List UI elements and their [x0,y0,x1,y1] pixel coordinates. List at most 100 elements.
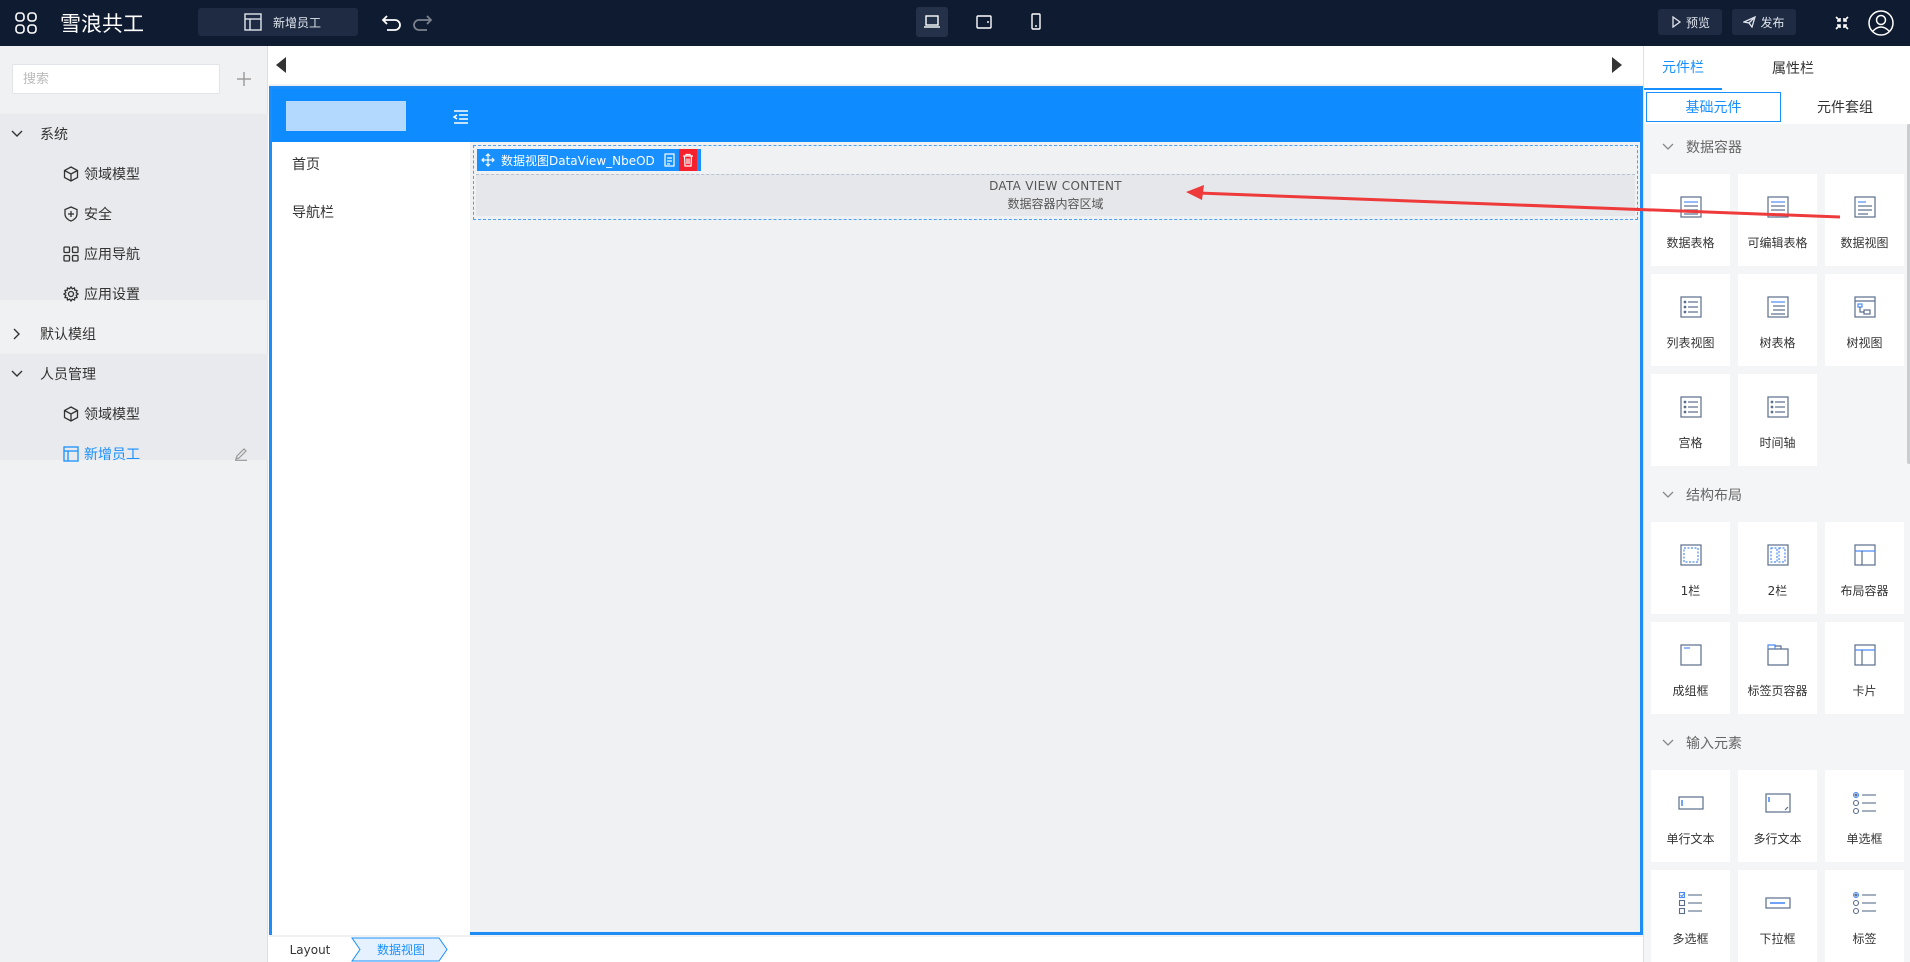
dataview-component[interactable]: 数据视图DataView_NbeOD DATA VIEW CONTENT 数据容… [473,145,1638,220]
tab-properties[interactable]: 属性栏 [1754,46,1832,90]
page-selector[interactable]: 新增员工 [198,8,358,36]
table-icon [1676,192,1706,222]
component-toolbar: 数据视图DataView_NbeOD [477,149,701,171]
component-label: 单选框 [1846,832,1883,846]
search-input[interactable] [23,71,209,87]
component-label: 卡片 [1852,684,1877,698]
tree-item-label: 新增员工 [84,447,140,463]
tree-item-domain-model[interactable]: 领域模型 [0,394,268,434]
fullscreen-icon[interactable] [1830,11,1854,35]
desktop-view-icon[interactable] [916,7,948,37]
timeline-icon [1763,392,1793,422]
logo-placeholder[interactable] [286,101,406,131]
tree-item-app-settings[interactable]: 应用设置 [0,274,268,314]
tree-item-domain-model[interactable]: 领域模型 [0,154,268,194]
page-layout-icon [244,13,262,31]
tree-group-default[interactable]: 默认模组 [0,314,268,354]
select-icon [1763,888,1793,918]
component-one-column[interactable]: 1栏 [1651,522,1730,614]
chevron-down-icon [10,127,24,141]
content-title: DATA VIEW CONTENT [989,179,1122,193]
tree-item-label: 应用设置 [84,287,140,303]
tab-component-kits[interactable]: 元件套组 [1781,92,1909,122]
user-avatar-icon[interactable] [1866,8,1896,38]
app-title: 雪浪共工 [60,12,144,36]
tree-group-system[interactable]: 系统 [0,114,268,154]
tree-item-security[interactable]: 安全 [0,194,268,234]
tree-group-label: 系统 [40,127,68,143]
app-grid-icon[interactable] [10,7,42,39]
chevron-down-icon [1662,737,1674,749]
component-select[interactable]: 下拉框 [1738,870,1817,962]
component-checkbox[interactable]: 多选框 [1651,870,1730,962]
grid-icon [62,245,80,263]
component-group-box[interactable]: 成组框 [1651,622,1730,714]
section-input[interactable]: 输入元素 [1644,723,1906,763]
card-icon [1850,640,1880,670]
section-data-container[interactable]: 数据容器 [1644,127,1906,167]
section-title: 数据容器 [1686,140,1742,156]
tree-item-app-nav[interactable]: 应用导航 [0,234,268,274]
preview-button[interactable]: 预览 [1658,9,1722,35]
gear-icon [62,285,80,303]
tree-item-label: 领域模型 [84,167,140,183]
page-layout-icon [62,445,80,463]
radio-icon [1850,788,1880,818]
component-label: 布局容器 [1840,584,1889,598]
publish-button[interactable]: 发布 [1732,9,1796,35]
breadcrumb-label: 数据视图 [376,943,425,957]
component-tag[interactable]: 标签 [1825,870,1904,962]
data-view-icon [1850,192,1880,222]
nav-item-home[interactable]: 首页 [292,154,320,174]
shield-icon [62,205,80,223]
component-grid[interactable]: 宫格 [1651,374,1730,466]
layout-container-icon [1850,540,1880,570]
redo-icon[interactable] [408,10,436,36]
component-label: 树表格 [1759,336,1796,350]
component-editable-table[interactable]: 可编辑表格 [1738,174,1817,266]
caret-left-icon[interactable] [275,56,289,76]
tab-basic-components[interactable]: 基础元件 [1646,92,1781,122]
component-list-view[interactable]: 列表视图 [1651,274,1730,366]
checkbox-icon [1676,888,1706,918]
component-textarea[interactable]: 多行文本 [1738,770,1817,862]
publish-label: 发布 [1760,15,1785,30]
component-label: 2栏 [1767,584,1788,598]
component-layout-container[interactable]: 布局容器 [1825,522,1904,614]
breadcrumb-item-layout[interactable]: Layout [269,937,351,962]
component-card[interactable]: 卡片 [1825,622,1904,714]
nav-item-navbar[interactable]: 导航栏 [292,202,334,222]
component-tabs-container[interactable]: 标签页容器 [1738,622,1817,714]
menu-fold-icon[interactable] [452,109,472,127]
undo-icon[interactable] [378,10,406,36]
copy-icon[interactable] [663,153,675,167]
tablet-view-icon[interactable] [968,7,1000,37]
tree-group-personnel[interactable]: 人员管理 [0,354,268,394]
tab-components[interactable]: 元件栏 [1644,46,1722,90]
component-label: 1栏 [1680,584,1701,598]
component-tree-table[interactable]: 树表格 [1738,274,1817,366]
component-data-view[interactable]: 数据视图 [1825,174,1904,266]
component-two-column[interactable]: 2栏 [1738,522,1817,614]
tree-item-new-employee[interactable]: 新增员工 [0,434,268,474]
send-icon [1743,16,1757,28]
mobile-view-icon[interactable] [1020,7,1052,37]
preview-label: 预览 [1685,15,1710,30]
add-icon[interactable] [232,67,256,91]
component-timeline[interactable]: 时间轴 [1738,374,1817,466]
delete-icon[interactable] [678,149,697,171]
component-label: 标签 [1852,932,1877,946]
pencil-icon[interactable] [232,434,250,474]
component-label: 列表视图 [1666,336,1715,350]
content-subtitle: 数据容器内容区域 [1007,197,1104,211]
breadcrumb-item-dataview[interactable]: 数据视图 [351,937,451,962]
caret-right-icon[interactable] [1611,56,1625,76]
section-layout[interactable]: 结构布局 [1644,475,1906,515]
search-field[interactable] [12,64,220,94]
component-data-table[interactable]: 数据表格 [1651,174,1730,266]
chevron-right-icon [10,327,24,341]
component-radio[interactable]: 单选框 [1825,770,1904,862]
move-icon[interactable] [481,153,495,167]
component-tree-view[interactable]: 树视图 [1825,274,1904,366]
component-text-input[interactable]: 单行文本 [1651,770,1730,862]
